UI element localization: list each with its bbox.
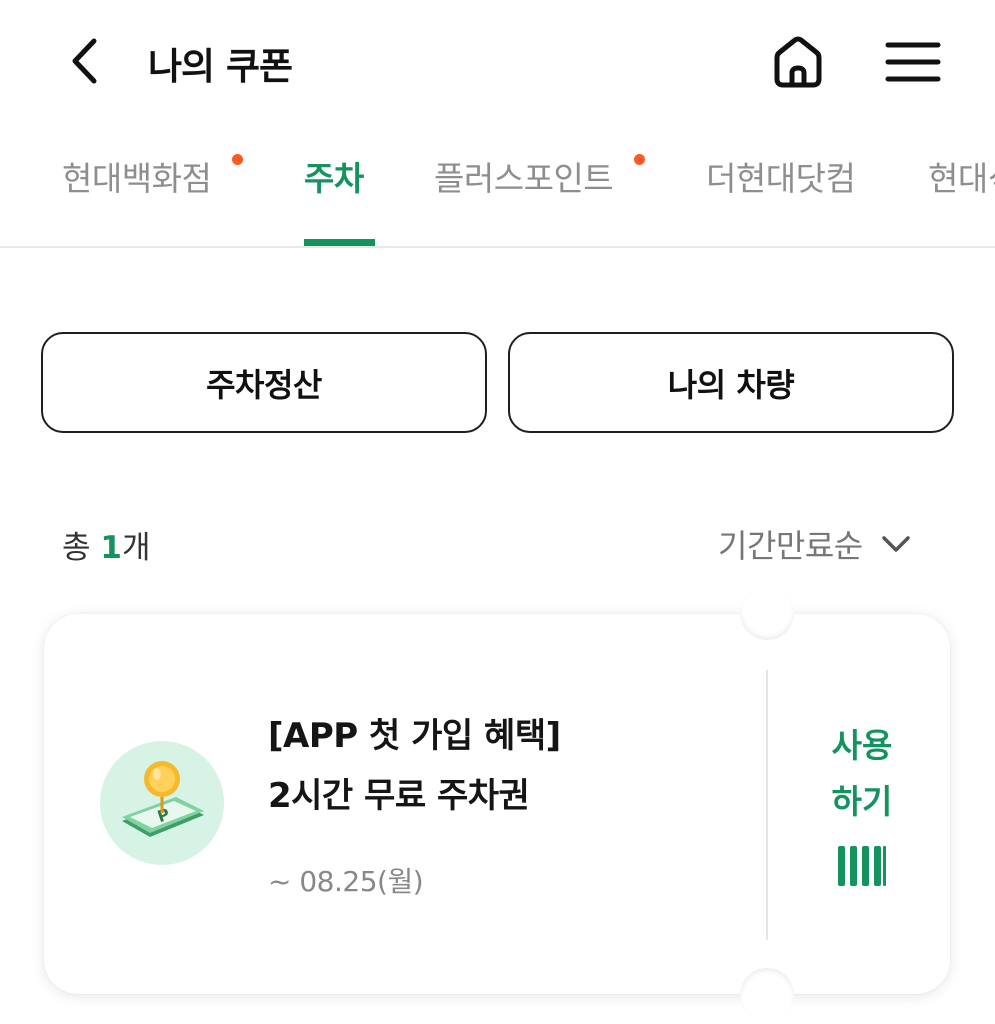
coupon-expiry-date: ~ 08.25(월) bbox=[268, 865, 424, 898]
tab-plus-point[interactable]: 플러스포인트 bbox=[434, 152, 614, 200]
new-indicator-dot bbox=[232, 154, 243, 165]
coupon-category-tabs: 현대백화점 주차 플러스포인트 더현대닷컴 현대식 bbox=[0, 130, 995, 248]
barcode-icon bbox=[836, 844, 888, 888]
coupon-title-line-2: 2시간 무료 주차권 bbox=[268, 776, 530, 816]
use-coupon-button[interactable]: 사용 하기 bbox=[774, 718, 950, 898]
tab-label: 현대식 bbox=[928, 159, 995, 198]
parking-coin-icon: P bbox=[100, 741, 224, 865]
tab-hyundai-food[interactable]: 현대식 bbox=[928, 152, 995, 200]
count-prefix: 총 bbox=[62, 530, 101, 566]
app-header: 나의 쿠폰 bbox=[0, 0, 995, 120]
coupon-title: [APP 첫 가입 혜택] 2시간 무료 주차권 bbox=[268, 706, 561, 826]
ticket-notch-top bbox=[740, 586, 794, 640]
coupon-count: 총 1개 bbox=[62, 522, 150, 567]
tab-the-hyundai-com[interactable]: 더현대닷컴 bbox=[706, 152, 856, 200]
home-icon bbox=[774, 36, 822, 88]
chevron-left-icon bbox=[72, 38, 97, 84]
coupon-card[interactable]: P [APP 첫 가입 혜택] 2시간 무료 주차권 ~ 08.25(월) 사용… bbox=[44, 586, 950, 1022]
use-label-line-2: 하기 bbox=[831, 782, 893, 821]
tab-label: 더현대닷컴 bbox=[706, 159, 856, 198]
my-vehicle-button[interactable]: 나의 차량 bbox=[508, 332, 954, 433]
ticket-divider bbox=[766, 670, 768, 940]
parking-payment-button[interactable]: 주차정산 bbox=[41, 332, 487, 433]
tab-label: 현대백화점 bbox=[62, 159, 212, 198]
tab-label: 주차 bbox=[304, 159, 364, 198]
menu-button[interactable] bbox=[880, 32, 946, 92]
ticket-notch-bottom bbox=[740, 968, 794, 1022]
use-label-line-1: 사용 bbox=[831, 726, 893, 765]
count-suffix: 개 bbox=[121, 530, 151, 566]
home-button[interactable] bbox=[766, 30, 830, 94]
tab-label: 플러스포인트 bbox=[434, 159, 614, 198]
active-tab-indicator bbox=[304, 239, 375, 246]
page-title: 나의 쿠폰 bbox=[148, 45, 293, 88]
chevron-down-icon bbox=[881, 534, 911, 554]
count-number: 1 bbox=[100, 530, 122, 566]
new-indicator-dot bbox=[634, 154, 645, 165]
hamburger-menu-icon bbox=[885, 42, 941, 82]
sort-selected-value: 기간만료순 bbox=[718, 527, 863, 565]
sort-dropdown[interactable]: 기간만료순 bbox=[718, 520, 911, 568]
back-button[interactable] bbox=[60, 34, 108, 88]
tab-parking[interactable]: 주차 bbox=[304, 152, 364, 200]
coupon-title-line-1: [APP 첫 가입 혜택] bbox=[268, 716, 561, 756]
tab-hyundai-department-store[interactable]: 현대백화점 bbox=[62, 152, 212, 200]
